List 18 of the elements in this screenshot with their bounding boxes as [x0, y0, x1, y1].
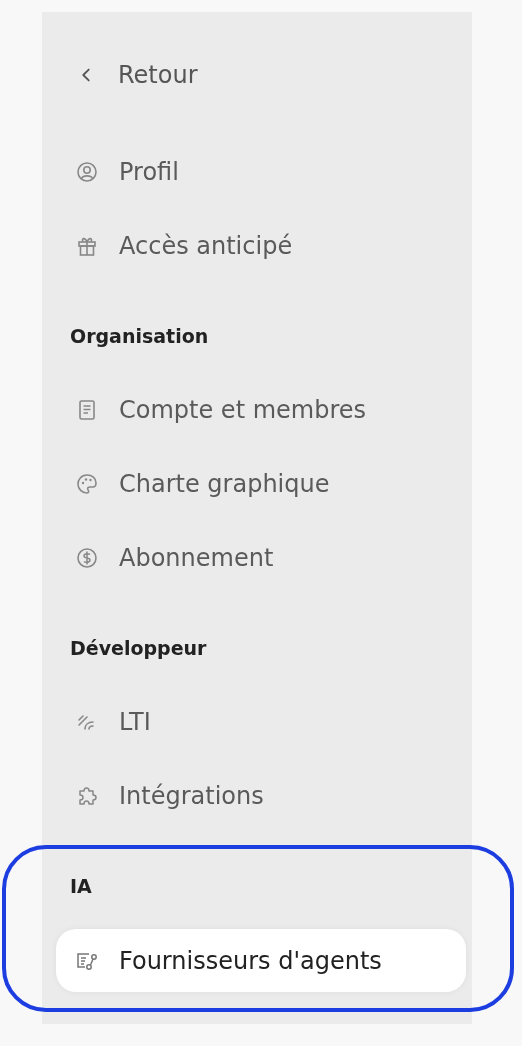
menu-item[interactable]: Compte et membres	[56, 373, 466, 447]
menu-item[interactable]: Accès anticipé	[56, 209, 466, 283]
section-heading: Développeur	[69, 636, 208, 661]
section-heading: Organisation	[69, 324, 210, 349]
back-link[interactable]: Retour	[56, 38, 466, 112]
dollar-icon	[76, 547, 98, 569]
palette-icon	[76, 473, 98, 495]
user-icon	[76, 161, 98, 183]
gift-icon	[76, 235, 98, 257]
menu-item[interactable]: Abonnement	[56, 521, 466, 595]
menu-item[interactable]: LTI	[56, 685, 466, 759]
puzzle-icon	[76, 785, 98, 807]
document-icon	[76, 399, 98, 421]
menu-item[interactable]: Intégrations	[56, 759, 466, 833]
section-heading: IA	[69, 874, 93, 899]
menu-item[interactable]: Fournisseurs d'agents	[56, 929, 466, 992]
menu-item[interactable]: Profil	[56, 135, 466, 209]
menu-item[interactable]: Charte graphique	[56, 447, 466, 521]
